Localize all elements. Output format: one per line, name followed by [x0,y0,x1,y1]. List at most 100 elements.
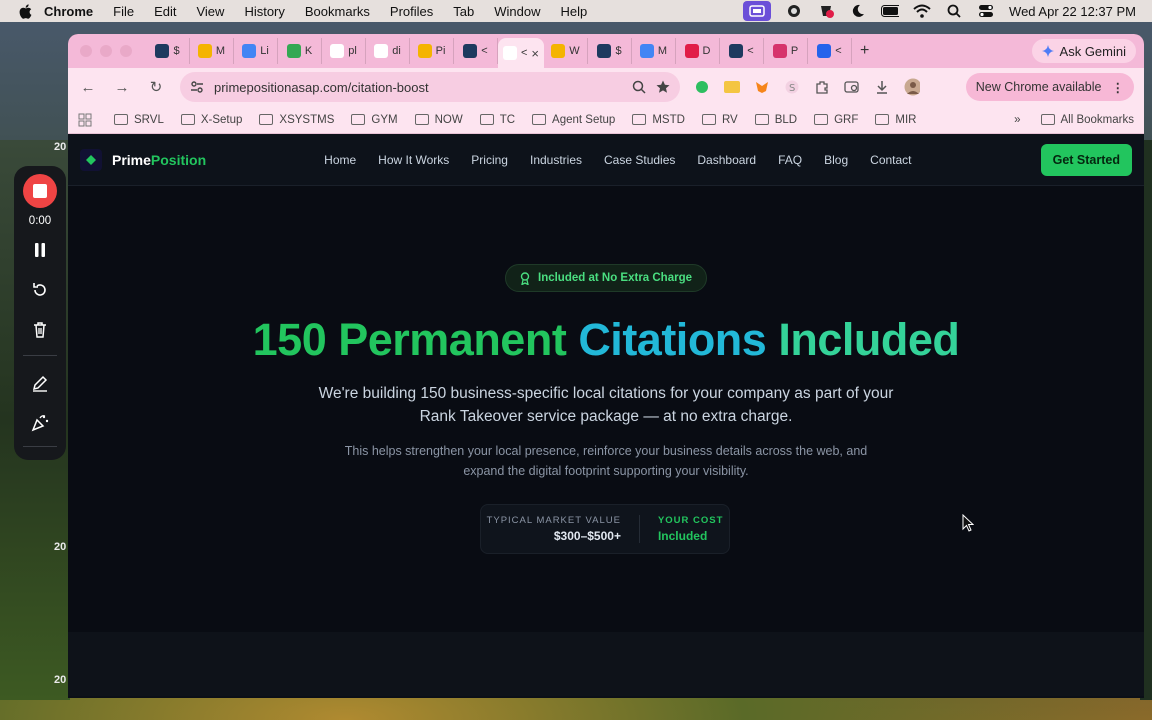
app-status-icon[interactable] [785,4,803,18]
browser-tab[interactable]: K [278,38,322,64]
browser-tab[interactable]: D [676,38,720,64]
browser-tab[interactable]: $ [146,38,190,64]
brand-name[interactable]: PrimePosition [112,152,206,168]
apple-icon[interactable] [18,3,32,19]
chrome-update-button[interactable]: New Chrome available ⋮ [965,73,1134,101]
bookmark-folder[interactable]: BLD [754,114,797,126]
bookmark-label: Agent Setup [552,113,616,126]
browser-tab[interactable]: $ [588,38,632,64]
profile-avatar[interactable] [904,78,920,96]
bookmark-folder[interactable]: NOW [414,114,463,126]
restart-icon[interactable] [27,277,53,303]
confetti-icon[interactable] [27,410,53,436]
nav-case-studies[interactable]: Case Studies [604,153,675,167]
menu-app-chrome[interactable]: Chrome [44,4,93,19]
browser-tab[interactable]: < [808,38,852,64]
menu-tab[interactable]: Tab [453,4,474,19]
download-icon[interactable] [874,79,890,95]
reload-icon[interactable]: ↻ [146,77,166,97]
browser-tab[interactable]: < [454,38,498,64]
zoom-icon[interactable] [632,80,646,94]
nav-blog[interactable]: Blog [824,153,848,167]
bookmark-folder[interactable]: X-Setup [180,114,242,126]
battery-icon[interactable] [881,4,900,18]
bookmark-label: SRVL [134,113,164,126]
included-badge-label: Included at No Extra Charge [538,272,693,284]
wifi-icon[interactable] [913,4,931,18]
browser-tab[interactable]: P [764,38,808,64]
menu-profiles[interactable]: Profiles [390,4,433,19]
window-controls [80,45,132,57]
tab-title: M [215,45,226,57]
moon-icon[interactable] [849,4,867,18]
menu-window[interactable]: Window [494,4,540,19]
trash-icon[interactable] [27,317,53,343]
close-tab-icon[interactable]: × [531,46,539,61]
url-text[interactable]: primepositionasap.com/citation-boost [214,80,622,95]
menu-help[interactable]: Help [561,4,588,19]
nav-faq[interactable]: FAQ [778,153,802,167]
metamask-extension-icon[interactable] [754,79,770,95]
evernote-extension-icon[interactable] [694,79,710,95]
apps-grid-icon[interactable] [78,113,92,127]
get-started-button[interactable]: Get Started [1040,143,1132,176]
headline-part-1: 150 Permanent [252,314,579,365]
menu-file[interactable]: File [113,4,134,19]
bookmarks-overflow-icon[interactable]: » [1014,114,1020,126]
pause-icon[interactable] [27,237,53,263]
extensions-puzzle-icon[interactable] [814,79,830,95]
browser-tab[interactable]: < [720,38,764,64]
zoom-window-button[interactable] [120,45,132,57]
bookmark-folder[interactable]: TC [479,114,515,126]
browser-tab[interactable]: pl [322,38,366,64]
minimize-window-button[interactable] [100,45,112,57]
stop-recording-button[interactable] [23,174,57,208]
browser-tab[interactable]: < × [498,38,544,68]
prime-position-logo-icon[interactable] [80,148,102,171]
nav-pricing[interactable]: Pricing [471,153,508,167]
menu-history[interactable]: History [244,4,284,19]
notification-status-icon[interactable] [817,4,835,18]
browser-tab[interactable]: Li [234,38,278,64]
bookmark-folder[interactable]: GYM [351,114,398,126]
back-arrow-icon[interactable]: ← [78,77,98,97]
all-bookmarks-button[interactable]: All Bookmarks [1040,114,1134,126]
menu-view[interactable]: View [196,4,224,19]
notes-extension-icon[interactable] [724,79,740,95]
bookmark-folder[interactable]: GRF [814,114,858,126]
bookmark-folder[interactable]: RV [701,114,738,126]
menubar-clock[interactable]: Wed Apr 22 12:37 PM [1009,4,1136,19]
browser-tab[interactable]: M [632,38,676,64]
nav-how-it-works[interactable]: How It Works [378,153,449,167]
bookmark-star-icon[interactable] [656,80,670,94]
nav-home[interactable]: Home [324,153,356,167]
bookmark-folder[interactable]: MSTD [632,114,685,126]
browser-tab[interactable]: M [190,38,234,64]
browser-tab[interactable]: di [366,38,410,64]
close-window-button[interactable] [80,45,92,57]
s-extension-icon[interactable]: S [784,79,800,95]
nav-industries[interactable]: Industries [530,153,582,167]
ask-gemini-button[interactable]: Ask Gemini [1031,39,1136,63]
menu-bookmarks[interactable]: Bookmarks [305,4,370,19]
bookmark-folder[interactable]: Agent Setup [532,114,615,126]
bookmark-folder[interactable]: SRVL [114,114,164,126]
browser-tab[interactable]: Pi [410,38,454,64]
bookmark-folder[interactable]: MIR [875,114,916,126]
draw-pencil-icon[interactable] [27,370,53,396]
forward-arrow-icon[interactable]: → [112,77,132,97]
nav-dashboard[interactable]: Dashboard [697,153,756,167]
new-tab-button[interactable]: + [860,42,869,60]
screen-recorder-status-icon[interactable] [743,1,772,21]
bookmark-folder[interactable]: XSYSTMS [259,114,334,126]
more-vertical-icon[interactable]: ⋮ [1112,80,1125,95]
nav-contact[interactable]: Contact [870,153,911,167]
spotlight-search-icon[interactable] [945,4,963,18]
address-bar[interactable]: primepositionasap.com/citation-boost [180,72,680,102]
tab-search-icon[interactable] [844,79,860,95]
site-settings-icon[interactable] [190,80,204,94]
slides-icon [551,44,566,58]
menu-edit[interactable]: Edit [154,4,176,19]
browser-tab[interactable]: W [544,38,588,64]
control-center-icon[interactable] [977,4,995,18]
